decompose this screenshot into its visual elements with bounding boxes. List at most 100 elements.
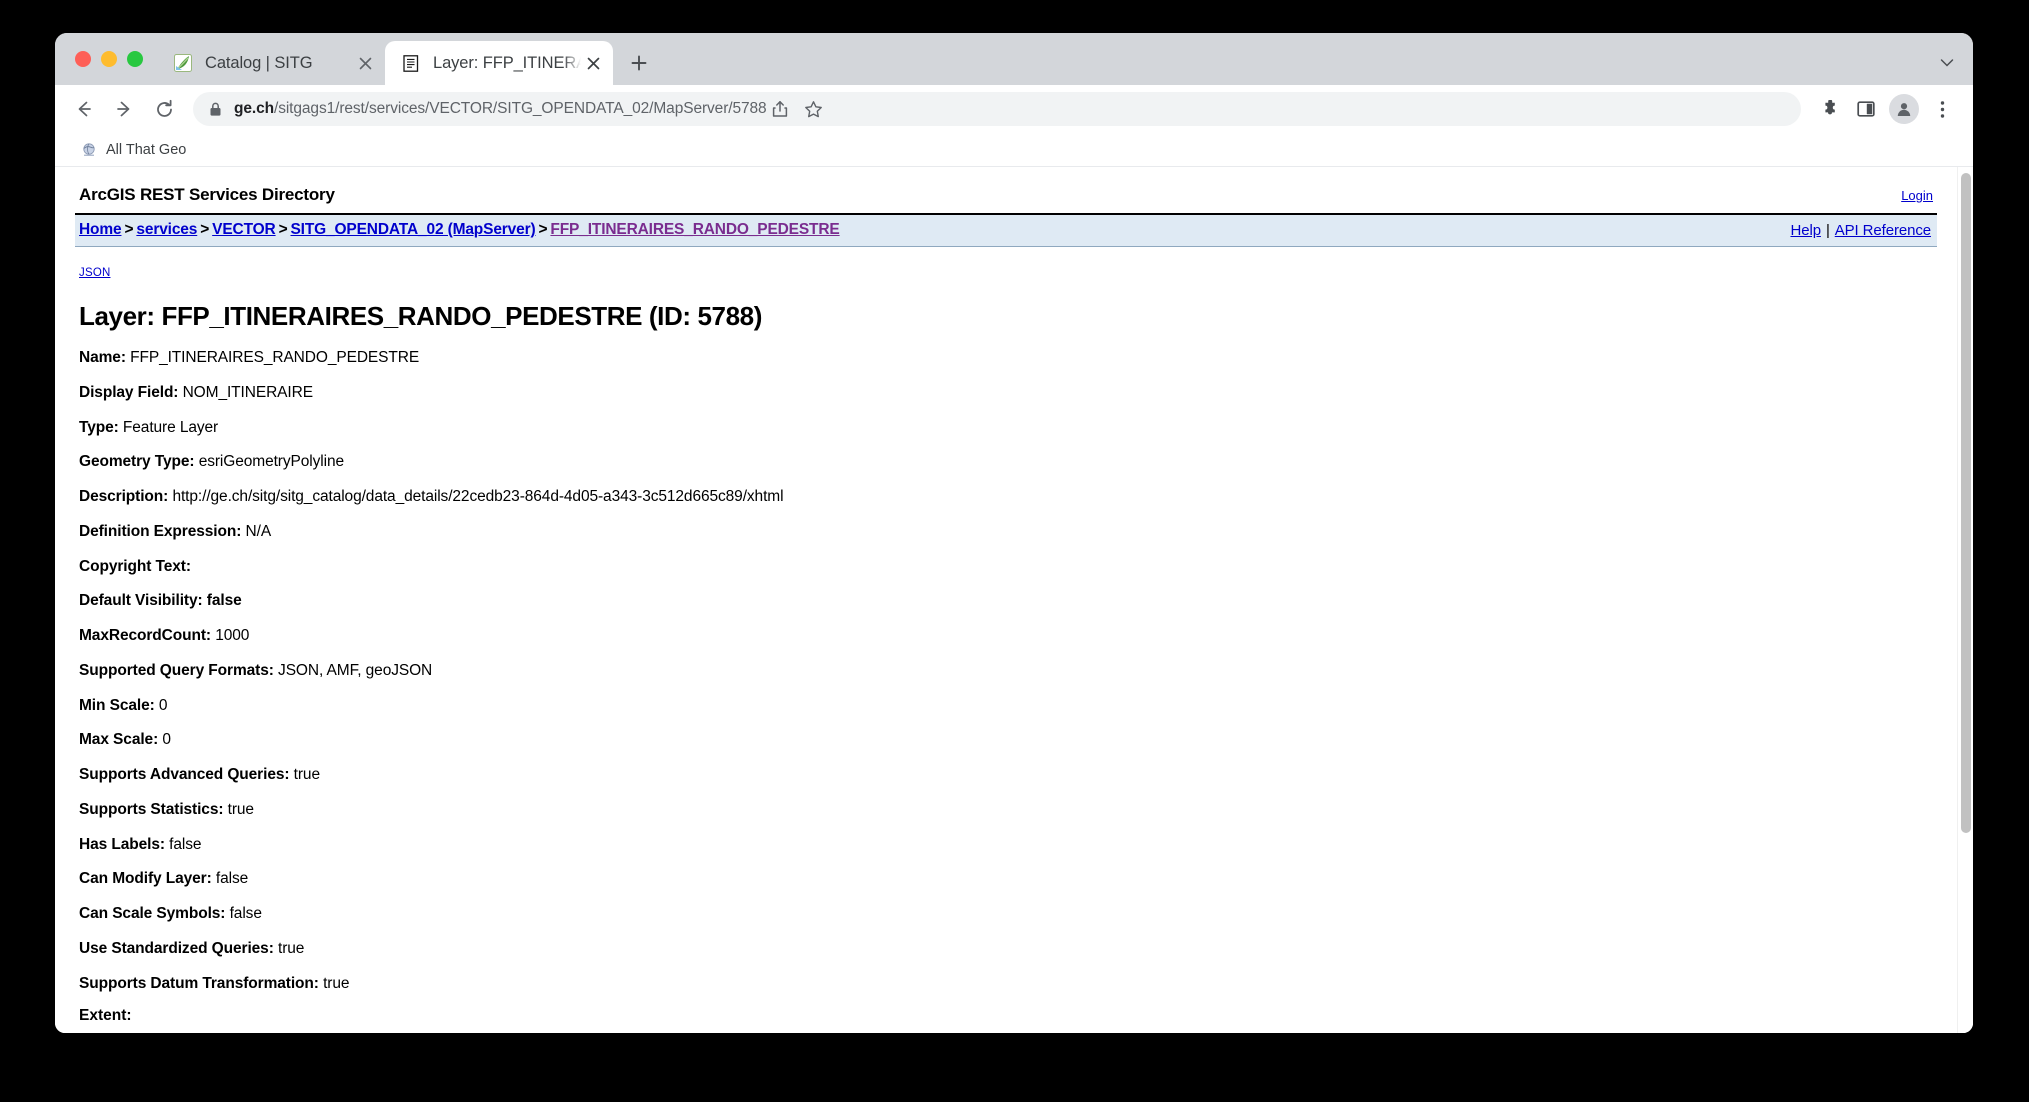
property-label: Description: [79, 488, 169, 506]
json-link-wrap: JSON [79, 263, 1973, 281]
breadcrumb-item-vector[interactable]: VECTOR [212, 221, 276, 238]
json-link[interactable]: JSON [79, 267, 110, 279]
property-label: Geometry Type: [79, 453, 195, 471]
tab-catalog-sitg[interactable]: Catalog | SITG [157, 41, 385, 85]
sitg-leaf-icon [173, 53, 193, 73]
property-value: false [206, 592, 242, 610]
property-label: Supported Query Formats: [79, 661, 274, 679]
side-panel-icon[interactable] [1849, 92, 1883, 126]
property-row: Use Standardized Queries: true [79, 940, 1973, 958]
tab-layer-ffp[interactable]: Layer: FFP_ITINERAIRES_RAND [385, 41, 613, 85]
property-value: true [293, 766, 320, 784]
login-link[interactable]: Login [1901, 188, 1933, 203]
breadcrumb-item-home[interactable]: Home [79, 221, 122, 238]
tab-title: Layer: FFP_ITINERAIRES_RAND [433, 53, 581, 72]
property-value: 0 [162, 731, 171, 749]
breadcrumb-separator: > [278, 221, 288, 238]
property-value: false [215, 870, 249, 888]
breadcrumb-item-ffp-itineraires-rando-pedestre[interactable]: FFP_ITINERAIRES_RANDO_PEDESTRE [550, 221, 839, 238]
close-tab-button[interactable] [353, 51, 377, 75]
esri-header: ArcGIS REST Services Directory Login Hom… [75, 167, 1937, 247]
property-value: esriGeometryPolyline [198, 453, 344, 471]
browser-toolbar: ge.ch/sitgags1/rest/services/VECTOR/SITG… [55, 85, 1973, 133]
tab-strip: Catalog | SITG Layer: FFP_ITINERAIRES_RA… [55, 33, 1973, 85]
property-label: Display Field: [79, 383, 179, 401]
globe-icon [81, 142, 97, 158]
property-value: false [169, 835, 202, 853]
close-window-button[interactable] [75, 51, 91, 67]
property-row: Can Scale Symbols: false [79, 906, 1973, 922]
address-bar[interactable]: ge.ch/sitgags1/rest/services/VECTOR/SITG… [193, 92, 1801, 126]
property-label: Supports Datum Transformation: [79, 974, 319, 992]
property-row: Default Visibility: false [79, 593, 1973, 609]
close-tab-button[interactable] [581, 51, 605, 75]
new-tab-button[interactable] [621, 45, 657, 81]
property-label: Has Labels: [79, 835, 165, 853]
property-value: true [227, 800, 254, 818]
help-link[interactable]: Help [1790, 222, 1821, 239]
bookmark-star-icon[interactable] [797, 92, 831, 126]
property-label: Use Standardized Queries: [79, 940, 274, 958]
property-label: Copyright Text: [79, 557, 191, 575]
property-row: Type: Feature Layer [79, 418, 1973, 436]
forward-button[interactable] [105, 90, 143, 128]
page-content: ArcGIS REST Services Directory Login Hom… [55, 167, 1973, 1033]
window-traffic-lights [69, 33, 157, 85]
property-value: N/A [245, 522, 272, 540]
property-row: Supports Advanced Queries: true [79, 767, 1973, 783]
page-scrollbar-thumb[interactable] [1961, 173, 1971, 833]
breadcrumb-item-sitg-opendata-02[interactable]: SITG_OPENDATA_02 (MapServer) [290, 221, 535, 238]
omnibox-actions [763, 92, 831, 126]
profile-avatar-icon[interactable] [1889, 94, 1919, 124]
minimize-window-button[interactable] [101, 51, 117, 67]
property-row: Geometry Type: esriGeometryPolyline [79, 454, 1973, 470]
document-icon [401, 53, 421, 73]
url-path: /sitgags1/rest/services/VECTOR/SITG_OPEN… [273, 100, 767, 117]
property-row: Max Scale: 0 [79, 732, 1973, 748]
property-label: MaxRecordCount: [79, 627, 211, 645]
property-label: Type: [79, 418, 119, 436]
property-label: Max Scale: [79, 731, 159, 749]
property-row: Min Scale: 0 [79, 697, 1973, 714]
breadcrumb-separator: > [124, 221, 134, 238]
chevron-down-icon[interactable] [1927, 41, 1967, 85]
property-value: true [323, 974, 350, 992]
property-value: Feature Layer [122, 418, 219, 436]
property-row: Display Field: NOM_ITINERAIRE [79, 383, 1973, 401]
bookmark-all-that-geo[interactable]: All That Geo [73, 137, 194, 163]
property-label: Definition Expression: [79, 522, 242, 540]
help-separator: | [1825, 221, 1830, 239]
bookmarks-bar: All That Geo [55, 133, 1973, 167]
chrome-menu-icon[interactable] [1925, 92, 1959, 126]
share-icon[interactable] [763, 92, 797, 126]
property-row: Definition Expression: N/A [79, 522, 1973, 540]
property-row: Can Modify Layer: false [79, 871, 1973, 887]
page-scrollbar[interactable] [1957, 167, 1973, 1033]
back-button[interactable] [65, 90, 103, 128]
breadcrumb-separator: > [200, 221, 210, 238]
property-value: 1000 [215, 627, 250, 645]
property-label: Default Visibility: [79, 592, 203, 610]
property-label: Supports Statistics: [79, 800, 224, 818]
url-host: ge.ch [234, 100, 274, 117]
help-links: Help | API Reference [1790, 222, 1931, 239]
property-label: Can Scale Symbols: [79, 905, 226, 923]
property-row: Name: FFP_ITINERAIRES_RANDO_PEDESTRE [79, 349, 1973, 366]
api-reference-link[interactable]: API Reference [1835, 222, 1931, 239]
property-value: FFP_ITINERAIRES_RANDO_PEDESTRE [130, 349, 420, 366]
property-label: Can Modify Layer: [79, 870, 212, 888]
extensions-puzzle-icon[interactable] [1813, 92, 1847, 126]
browser-window: Catalog | SITG Layer: FFP_ITINERAIRES_RA… [55, 33, 1973, 1033]
property-row: Supports Statistics: true [79, 800, 1973, 818]
breadcrumb-separator: > [538, 221, 548, 238]
property-value: true [277, 940, 305, 958]
property-label: Name: [79, 349, 126, 366]
url-text: ge.ch/sitgags1/rest/services/VECTOR/SITG… [234, 100, 767, 118]
maximize-window-button[interactable] [127, 51, 143, 67]
extent-label: Extent: [79, 1006, 132, 1024]
property-row: Description: http://ge.ch/sitg/sitg_cata… [79, 488, 1973, 506]
breadcrumb-item-services[interactable]: services [136, 221, 197, 238]
reload-button[interactable] [145, 90, 183, 128]
property-value: NOM_ITINERAIRE [182, 383, 313, 401]
layer-title: Layer: FFP_ITINERAIRES_RANDO_PEDESTRE (I… [79, 301, 762, 331]
